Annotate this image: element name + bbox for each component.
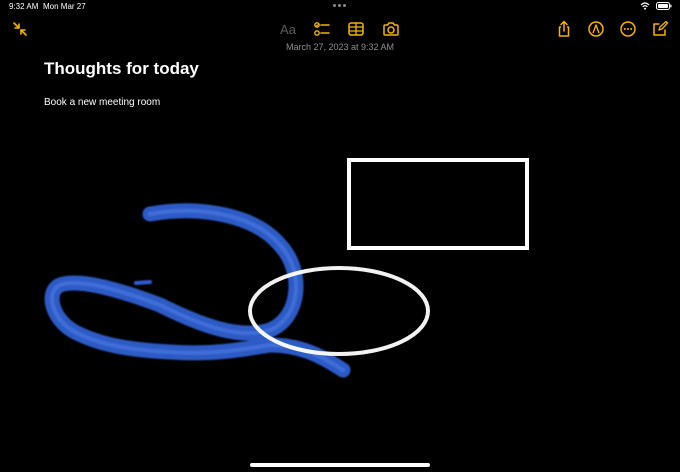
white-rectangle-stroke[interactable] bbox=[347, 158, 529, 250]
drawing-canvas[interactable] bbox=[0, 0, 680, 472]
blue-marker-stroke[interactable] bbox=[44, 203, 351, 378]
home-indicator[interactable] bbox=[250, 463, 430, 467]
white-ellipse-stroke[interactable] bbox=[248, 266, 430, 356]
